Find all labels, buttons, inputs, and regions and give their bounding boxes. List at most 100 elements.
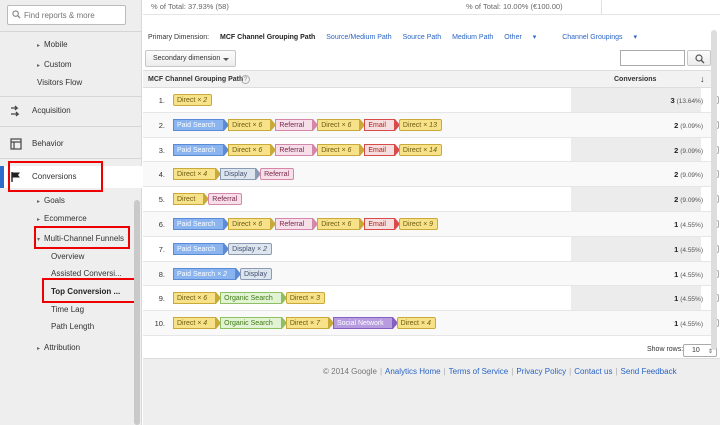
table-row[interactable]: 4. Direct × 4 Display Referral 2 (9.09%) [143, 162, 719, 188]
channel-chip-label: Referral [279, 121, 305, 129]
sidebar-item-custom[interactable]: ▸ Custom [37, 60, 72, 69]
secondary-dimension-dropdown[interactable]: Secondary dimension [145, 50, 236, 67]
conversions-percent: (9.09%) [680, 147, 703, 155]
sidebar-section-acquisition[interactable]: Acquisition [0, 100, 142, 122]
channel-chip-label: Referral [212, 196, 238, 204]
main-scrollbar[interactable] [711, 30, 717, 350]
dimension-source-path[interactable]: Source Path [403, 34, 442, 41]
channel-chip-label: Paid Search [177, 121, 216, 129]
column-header-conversions[interactable]: Conversions [614, 76, 656, 83]
dimension-source-medium-path[interactable]: Source/Medium Path [326, 34, 391, 41]
conversion-path: Paid Search × 2 Display [173, 267, 276, 281]
sidebar-item-assisted-conversions[interactable]: Assisted Conversi... [51, 269, 122, 278]
table-row[interactable]: 9. Direct × 6 Organic Search Direct × 3 1 (4.… [143, 286, 719, 312]
channel-chip-direct: Direct × 4 [396, 317, 436, 330]
table-row[interactable]: 3. Paid Search Direct × 6 Referral Direct × … [143, 138, 719, 163]
table-header: MCF Channel Grouping Path ? Conversions … [143, 70, 717, 88]
table-row[interactable]: 10. Direct × 4 Organic Search Direct × 7 Soc… [143, 311, 719, 336]
acquisition-icon [11, 105, 20, 117]
channel-chip-label: Direct [177, 295, 196, 303]
sidebar-item-visitors-flow[interactable]: Visitors Flow [37, 78, 82, 87]
conversion-path: Direct × 6 Organic Search Direct × 3 [173, 292, 329, 305]
total-conversions: % of Total: 37.93% (58) [151, 2, 229, 11]
channel-chip-label: Paid Search [177, 270, 216, 278]
conversion-path: Direct × 4 Organic Search Direct × 7 Social… [173, 317, 440, 330]
channel-chip-label: Display [232, 245, 256, 253]
table-search-button[interactable] [687, 50, 711, 66]
table-search-input[interactable] [620, 50, 685, 66]
sidebar-item-path-length[interactable]: Path Length [51, 322, 94, 331]
channel-chip-label: Referral [279, 221, 305, 228]
conversions-value: 2 [674, 145, 679, 155]
caret-down-icon [223, 58, 229, 61]
conversions-value: 2 [674, 170, 679, 180]
table-row[interactable]: 6. Paid Search Direct × 6 Referral Direct × … [143, 212, 719, 237]
channel-chip-label: Direct [177, 320, 196, 328]
channel-chip-multiplier: × 3 [310, 295, 320, 303]
expand-arrow-icon: ▸ [37, 43, 41, 49]
sidebar-scrollbar[interactable] [134, 200, 140, 425]
sidebar-item-label: Attribution [44, 343, 81, 352]
channel-chip-label: Organic Search [224, 295, 273, 303]
channel-chip-multiplier: × 7 [310, 320, 320, 328]
channel-chip-paid: Paid Search [173, 118, 230, 131]
row-number: 2. [158, 120, 165, 130]
sidebar-item-time-lag[interactable]: Time Lag [51, 305, 84, 314]
sidebar-section-behavior[interactable]: Behavior [0, 133, 142, 155]
divider [601, 0, 602, 15]
conversions-cell: 1 (4.55%) [623, 319, 703, 328]
primary-dimension-bar: Primary Dimension: MCF Channel Grouping … [148, 33, 655, 43]
sidebar-item-goals[interactable]: ▸ Goals [37, 196, 65, 205]
table-row[interactable]: 2. Paid Search Direct × 6 Referral Direct × … [143, 112, 719, 138]
copyright: © 2014 Google [323, 367, 377, 376]
channel-chip-label: Display [224, 171, 248, 179]
conversions-value: 1 [674, 319, 679, 329]
dimension-other-dropdown[interactable]: Other ▾ [504, 34, 545, 41]
footer-link-analytics-home[interactable]: Analytics Home [385, 367, 441, 376]
sidebar: ▸Mobile ▸Custom Visitors Flow Acquisitio… [0, 0, 142, 425]
column-header-path[interactable]: MCF Channel Grouping Path [148, 76, 243, 83]
channel-chip-multiplier: × 4 [197, 171, 208, 179]
table-row[interactable]: 8. Paid Search × 2 Display 1 (4.55%) [143, 261, 719, 287]
dimension-medium-path[interactable]: Medium Path [452, 34, 493, 41]
sidebar-item-attribution[interactable]: ▸ Attribution [37, 343, 80, 352]
channel-chip-direct: Direct × 6 [228, 218, 277, 230]
report-search-input[interactable] [24, 9, 122, 22]
table-row[interactable]: 5. Direct Referral 2 (9.09%) [143, 187, 719, 212]
conversion-path: Direct × 4 Display Referral [173, 168, 298, 181]
channel-chip-label: Paid Search [177, 221, 216, 228]
channel-chip-display: Display [240, 267, 272, 280]
sidebar-item-label: Custom [44, 60, 72, 69]
channel-chip-social: Social Network [332, 317, 398, 330]
channel-chip-label: Email [368, 221, 386, 228]
channel-chip-multiplier: × 6 [341, 146, 352, 154]
divider [0, 31, 142, 32]
channel-groupings-dropdown[interactable]: Channel Groupings ▾ [562, 34, 646, 41]
row-number: 8. [158, 269, 165, 279]
footer-link-feedback[interactable]: Send Feedback [621, 367, 677, 376]
expand-arrow-icon: ▸ [37, 346, 41, 352]
channel-chip-multiplier: × 6 [252, 146, 263, 154]
footer: © 2014 Google | Analytics Home | Terms of Se… [143, 358, 720, 425]
sidebar-item-mobile[interactable]: ▸ Mobile [37, 40, 68, 49]
report-search[interactable] [7, 5, 126, 25]
dimension-mcf-channel-grouping-path[interactable]: MCF Channel Grouping Path [220, 34, 315, 41]
help-icon[interactable]: ? [241, 75, 250, 84]
footer-link-terms[interactable]: Terms of Service [449, 367, 509, 376]
channel-chip-multiplier: × 4 [197, 320, 208, 328]
footer-link-privacy[interactable]: Privacy Policy [516, 367, 566, 376]
sidebar-item-ecommerce[interactable]: ▸ Ecommerce [37, 214, 87, 223]
channel-chip-multiplier: × 6 [341, 121, 352, 129]
highlight-box [42, 278, 138, 303]
table-row[interactable]: 7. Paid Search Display × 2 1 (4.55%) [143, 237, 719, 262]
sidebar-item-overview[interactable]: Overview [51, 252, 84, 261]
row-number: 10. [154, 319, 165, 329]
channel-chip-referral: Referral [275, 218, 319, 230]
channel-chip-direct: Direct × 4 [173, 317, 222, 330]
conversions-percent: (4.55%) [680, 246, 703, 254]
footer-link-contact[interactable]: Contact us [574, 367, 612, 376]
channel-chip-label: Social Network [336, 320, 384, 328]
channel-chip-email: Email [364, 118, 400, 131]
sort-down-icon[interactable]: ↓ [700, 74, 705, 84]
table-row[interactable]: 1. Direct × 2 3 (13.64%) [143, 88, 719, 113]
